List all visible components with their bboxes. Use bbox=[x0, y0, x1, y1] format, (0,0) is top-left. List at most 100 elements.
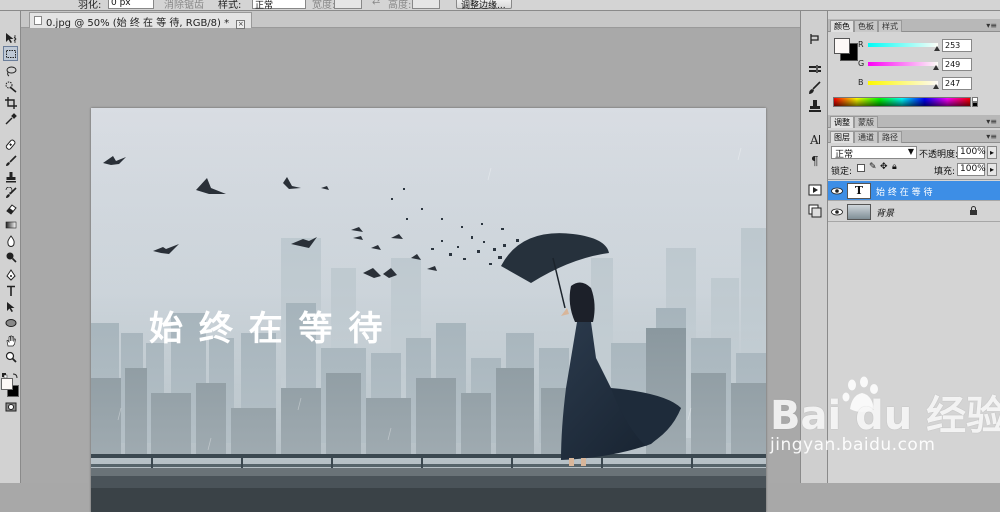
swap-icon[interactable]: ⇄ bbox=[372, 0, 380, 7]
clone-stamp-tool-icon[interactable] bbox=[3, 169, 18, 184]
foreground-color-swatch[interactable] bbox=[1, 378, 13, 390]
canvas-text-layer: 始 终 在 等 待 bbox=[149, 309, 384, 349]
slider-green[interactable]: G 249 bbox=[858, 58, 998, 71]
chevron-down-icon: ▼ bbox=[907, 147, 914, 156]
style-select[interactable]: 正常 bbox=[252, 0, 306, 10]
fill-label: 填充: bbox=[934, 167, 956, 177]
history-brush-tool-icon[interactable] bbox=[3, 185, 18, 200]
type-tool-icon[interactable] bbox=[3, 283, 18, 298]
blend-mode-select[interactable]: 正常 ▼ bbox=[831, 146, 917, 160]
opacity-arrow-icon[interactable]: ▸ bbox=[987, 146, 997, 159]
ellipse-shape-tool-icon[interactable] bbox=[3, 315, 18, 330]
color-fg-swatch[interactable] bbox=[834, 38, 850, 54]
brush-presets-icon[interactable] bbox=[806, 62, 824, 78]
tab-layers[interactable]: 图层 bbox=[830, 131, 854, 143]
brushes-panel-icon[interactable] bbox=[806, 80, 824, 96]
lock-transparent-icon[interactable] bbox=[857, 164, 865, 172]
antialias-checkbox[interactable]: 消除锯齿 bbox=[164, 0, 204, 10]
panel-icon-strip: A ¶ bbox=[800, 11, 828, 483]
zoom-tool-icon[interactable] bbox=[3, 349, 18, 364]
layers-controls: 正常 ▼ 不透明度: 100% ▸ 锁定: ✎ ✥ 🔒︎ 填充: 100% ▸ bbox=[828, 144, 1000, 180]
quick-selection-tool-icon[interactable] bbox=[3, 79, 18, 94]
layer-name[interactable]: 始 终 在 等 待 bbox=[876, 185, 932, 198]
tab-styles[interactable]: 样式 bbox=[878, 20, 902, 32]
crop-tool-icon[interactable] bbox=[3, 95, 18, 110]
dodge-tool-icon[interactable] bbox=[3, 249, 18, 264]
lock-label: 锁定: bbox=[831, 167, 853, 177]
tab-masks[interactable]: 蒙版 bbox=[854, 116, 878, 128]
lasso-tool-icon[interactable] bbox=[3, 63, 18, 78]
height-label: 高度: bbox=[388, 0, 412, 11]
eyedropper-tool-icon[interactable] bbox=[3, 111, 18, 126]
tab-adjustments[interactable]: 调整 bbox=[830, 116, 854, 128]
green-value-input[interactable]: 249 bbox=[942, 58, 972, 71]
width-label: 宽度: bbox=[312, 0, 336, 11]
color-spectrum-bar[interactable] bbox=[833, 97, 971, 107]
width-input[interactable] bbox=[334, 0, 362, 9]
blue-value-input[interactable]: 247 bbox=[942, 77, 972, 90]
background-photo: 始 终 在 等 待 bbox=[91, 108, 766, 512]
paragraph-panel-icon[interactable]: ¶ bbox=[806, 152, 824, 168]
layer-row-background[interactable]: 背景 bbox=[828, 202, 1000, 222]
slider-red[interactable]: R 253 bbox=[858, 39, 998, 52]
visibility-eye-icon[interactable] bbox=[831, 186, 843, 196]
tab-swatches[interactable]: 色板 bbox=[854, 20, 878, 32]
visibility-eye-icon[interactable] bbox=[831, 207, 843, 217]
options-bar: 羽化: 0 px 消除锯齿 样式: 正常 宽度: ⇄ 高度: 调整边缘... bbox=[0, 0, 1000, 11]
eraser-tool-icon[interactable] bbox=[3, 201, 18, 216]
lock-pixels-icon[interactable]: ✎ bbox=[869, 162, 877, 172]
move-tool-icon[interactable] bbox=[3, 30, 18, 45]
layer-row-text[interactable]: T 始 终 在 等 待 bbox=[828, 181, 1000, 201]
height-input[interactable] bbox=[412, 0, 440, 9]
feather-input[interactable]: 0 px bbox=[108, 0, 154, 9]
adjust-panel-menu-icon[interactable]: ▾≡ bbox=[986, 117, 997, 126]
black-swatch[interactable] bbox=[972, 102, 978, 107]
clone-source-icon[interactable] bbox=[806, 98, 824, 114]
red-value-input[interactable]: 253 bbox=[942, 39, 972, 52]
close-tab-icon[interactable]: × bbox=[236, 20, 246, 29]
swap-colors-icon[interactable] bbox=[2, 369, 19, 379]
brush-tool-icon[interactable] bbox=[3, 153, 18, 168]
adjustments-panel-header: 调整 蒙版 ▾≡ bbox=[828, 115, 1000, 128]
layer-lock-icon bbox=[970, 206, 977, 215]
tab-paths[interactable]: 路径 bbox=[878, 131, 902, 143]
layers-panel-menu-icon[interactable]: ▾≡ bbox=[986, 132, 997, 141]
document-tab-bar: 0.jpg @ 50% (始 终 在 等 待, RGB/8) * × bbox=[21, 11, 800, 29]
character-panel-icon[interactable]: A bbox=[806, 131, 824, 147]
feather-label: 羽化: bbox=[78, 0, 102, 11]
refine-edge-button[interactable]: 调整边缘... bbox=[456, 0, 512, 10]
lock-all-icon[interactable]: 🔒︎ bbox=[892, 162, 897, 172]
history-panel-icon[interactable] bbox=[806, 31, 824, 47]
slider-blue[interactable]: B 247 bbox=[858, 77, 998, 90]
text-layer-thumbnail: T bbox=[847, 183, 871, 199]
actions-panel-icon[interactable] bbox=[806, 182, 824, 198]
layer-comps-icon[interactable] bbox=[806, 203, 824, 219]
tab-color[interactable]: 颜色 bbox=[830, 20, 854, 32]
hand-tool-icon[interactable] bbox=[3, 333, 18, 348]
marquee-tool-icon[interactable] bbox=[3, 46, 18, 61]
right-panels: 颜色 色板 样式 ▾≡ R 253 G 249 B 247 调整 蒙版 ▾≡ 图… bbox=[828, 11, 1000, 483]
path-selection-tool-icon[interactable] bbox=[3, 299, 18, 314]
gradient-tool-icon[interactable] bbox=[3, 217, 18, 232]
tab-channels[interactable]: 通道 bbox=[854, 131, 878, 143]
document-tab-title: 0.jpg @ 50% (始 终 在 等 待, RGB/8) * bbox=[46, 18, 230, 29]
color-panel-header: 颜色 色板 样式 ▾≡ bbox=[828, 19, 1000, 32]
opacity-input[interactable]: 100% bbox=[957, 146, 986, 159]
background-layer-thumbnail bbox=[847, 204, 871, 220]
lock-position-icon[interactable]: ✥ bbox=[880, 162, 888, 172]
color-panel: R 253 G 249 B 247 bbox=[828, 33, 1000, 115]
layer-name[interactable]: 背景 bbox=[876, 206, 894, 219]
quick-mask-icon[interactable] bbox=[3, 399, 18, 414]
fill-arrow-icon[interactable]: ▸ bbox=[987, 163, 997, 176]
style-label: 样式: bbox=[218, 0, 242, 11]
panel-menu-icon[interactable]: ▾≡ bbox=[986, 21, 997, 30]
fill-input[interactable]: 100% bbox=[957, 163, 986, 176]
document-canvas[interactable]: 始 终 在 等 待 bbox=[91, 108, 766, 512]
document-icon bbox=[34, 16, 42, 25]
opacity-label: 不透明度: bbox=[919, 150, 959, 160]
blur-tool-icon[interactable] bbox=[3, 233, 18, 248]
healing-brush-tool-icon[interactable] bbox=[3, 137, 18, 152]
svg-text:A: A bbox=[809, 133, 819, 146]
pen-tool-icon[interactable] bbox=[3, 267, 18, 282]
document-tab[interactable]: 0.jpg @ 50% (始 终 在 等 待, RGB/8) * × bbox=[29, 12, 253, 29]
